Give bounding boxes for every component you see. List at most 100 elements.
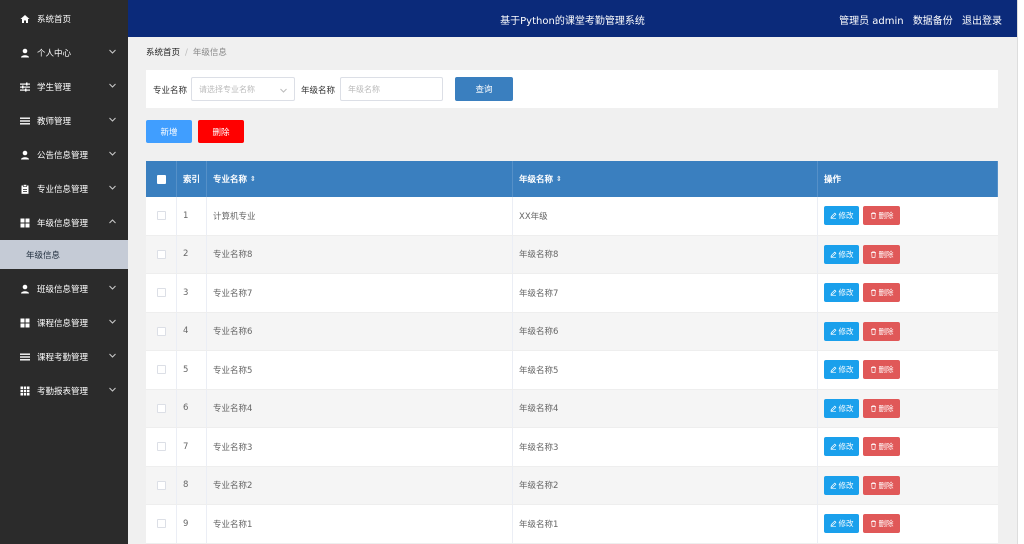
header-index-label: 索引 <box>183 175 201 185</box>
sidebar-item-teachers[interactable]: 教师管理 <box>0 104 128 138</box>
cell-index: 6 <box>177 389 207 427</box>
cell-grade: 年级名称2 <box>513 466 818 504</box>
major-select[interactable]: 请选择专业名称 <box>191 77 295 101</box>
table-row[interactable]: 2 专业名称8 年级名称8 修改 删除 <box>146 235 998 274</box>
edit-button[interactable]: 修改 <box>824 437 859 457</box>
cell-ops: 修改 删除 <box>818 351 998 389</box>
edit-button[interactable]: 修改 <box>824 475 859 495</box>
row-checkbox[interactable] <box>156 288 166 298</box>
table-row[interactable]: 6 专业名称4 年级名称4 修改 删除 <box>146 389 998 428</box>
sidebar-subitem-grade-info[interactable]: 年级信息 <box>0 240 128 269</box>
chevron-down-icon <box>109 47 116 57</box>
edit-button-label: 修改 <box>838 365 854 375</box>
cell-ops: 修改 删除 <box>818 197 998 235</box>
delete-button[interactable]: 删除 <box>863 398 900 418</box>
sidebar-item-home[interactable]: 系统首页 <box>0 2 128 36</box>
edit-button[interactable]: 修改 <box>824 283 859 303</box>
edit-button-label: 修改 <box>838 403 854 413</box>
delete-button[interactable]: 删除 <box>863 283 900 303</box>
grade-input[interactable]: 年级名称 <box>340 77 443 101</box>
delete-button[interactable]: 删除 <box>863 244 900 264</box>
header-grade[interactable]: 年级名称 ⇕ <box>513 161 818 197</box>
cell-index: 3 <box>177 274 207 312</box>
delete-button[interactable]: 删除 <box>863 437 900 457</box>
edit-button[interactable]: 修改 <box>824 206 859 226</box>
cell-major-text: 专业名称8 <box>213 250 253 261</box>
breadcrumb: 系统首页 / 年级信息 <box>146 46 227 58</box>
edit-button-label: 修改 <box>838 249 854 259</box>
row-checkbox[interactable] <box>156 442 166 452</box>
cell-major: 专业名称8 <box>207 235 513 273</box>
add-button[interactable]: 新增 <box>146 120 192 143</box>
cell-index: 5 <box>177 351 207 389</box>
cell-grade-text: 年级名称4 <box>519 404 559 415</box>
cell-index-text: 6 <box>183 403 189 414</box>
home-icon <box>20 14 30 24</box>
delete-button[interactable]: 删除 <box>863 475 900 495</box>
edit-button[interactable]: 修改 <box>824 398 859 418</box>
row-checkbox[interactable] <box>156 211 166 221</box>
sidebar-item-attendance[interactable]: 课程考勤管理 <box>0 340 128 374</box>
cell-grade-text: 年级名称8 <box>519 250 559 261</box>
trash-icon <box>870 289 876 296</box>
row-checkbox[interactable] <box>156 480 166 490</box>
table-row[interactable]: 3 专业名称7 年级名称7 修改 删除 <box>146 274 998 313</box>
sidebar-item-label: 班级信息管理 <box>37 285 89 295</box>
sidebar-item-profile[interactable]: 个人中心 <box>0 36 128 70</box>
edit-button[interactable]: 修改 <box>824 514 859 534</box>
breadcrumb-home[interactable]: 系统首页 <box>146 48 180 58</box>
sidebar-item-majors[interactable]: 专业信息管理 <box>0 172 128 206</box>
delete-button[interactable]: 删除 <box>863 206 900 226</box>
table-row[interactable]: 7 专业名称3 年级名称3 修改 删除 <box>146 428 998 467</box>
delete-button[interactable]: 删除 <box>863 514 900 534</box>
sidebar-item-label: 公告信息管理 <box>37 151 89 161</box>
cell-index: 1 <box>177 197 207 235</box>
chevron-down-icon <box>109 283 116 293</box>
edit-button[interactable]: 修改 <box>824 321 859 341</box>
select-all-checkbox[interactable] <box>156 174 166 184</box>
row-checkbox[interactable] <box>156 326 166 336</box>
table-row[interactable]: 5 专业名称5 年级名称5 修改 删除 <box>146 351 998 390</box>
edit-icon <box>830 520 836 528</box>
edit-icon <box>830 482 836 489</box>
row-checkbox[interactable] <box>156 249 166 259</box>
cell-grade-text: 年级名称3 <box>519 442 559 453</box>
row-checkbox[interactable] <box>156 403 166 413</box>
clipboard-icon <box>20 184 30 194</box>
header-actions: 管理员 admin 数据备份 退出登录 <box>833 12 1002 27</box>
table-row[interactable]: 9 专业名称1 年级名称1 修改 删除 <box>146 505 998 544</box>
batch-delete-button[interactable]: 删除 <box>198 120 244 143</box>
header-major[interactable]: 专业名称 ⇕ <box>207 161 513 197</box>
edit-button[interactable]: 修改 <box>824 360 859 380</box>
backup-link[interactable]: 数据备份 <box>913 16 953 27</box>
logout-link[interactable]: 退出登录 <box>962 16 1002 27</box>
table-row[interactable]: 8 专业名称2 年级名称2 修改 删除 <box>146 466 998 505</box>
cell-grade: 年级名称8 <box>513 235 818 273</box>
delete-button[interactable]: 删除 <box>863 321 900 341</box>
scrollbar[interactable] <box>1017 0 1024 544</box>
trash-icon <box>870 366 876 373</box>
table-row[interactable]: 1 计算机专业 XX年级 修改 删除 <box>146 197 998 236</box>
sort-icon[interactable]: ⇕ <box>250 175 256 183</box>
sidebar-item-reports[interactable]: 考勤报表管理 <box>0 374 128 408</box>
edit-button[interactable]: 修改 <box>824 244 859 264</box>
sidebar-item-courses[interactable]: 课程信息管理 <box>0 306 128 340</box>
sort-icon[interactable]: ⇕ <box>556 175 562 183</box>
row-checkbox-cell <box>146 428 177 466</box>
chevron-down-icon <box>109 81 116 91</box>
edit-icon <box>830 289 836 297</box>
sidebar-item-students[interactable]: 学生管理 <box>0 70 128 104</box>
table-row[interactable]: 4 专业名称6 年级名称6 修改 删除 <box>146 312 998 351</box>
row-checkbox[interactable] <box>156 519 166 529</box>
delete-button[interactable]: 删除 <box>863 360 900 380</box>
sliders-icon <box>20 82 30 92</box>
sidebar-item-notices[interactable]: 公告信息管理 <box>0 138 128 172</box>
sidebar-item-classes[interactable]: 班级信息管理 <box>0 272 128 306</box>
sidebar-subitem-label: 年级信息 <box>26 250 61 261</box>
cell-index-text: 2 <box>183 249 189 260</box>
query-button[interactable]: 查询 <box>455 77 513 101</box>
data-table: 索引 专业名称 ⇕ 年级名称 ⇕ 操作 1 计算机专业 XX年级 修改 删除 2 专业名称8 年级… <box>146 161 998 544</box>
sidebar-item-grades[interactable]: 年级信息管理 <box>0 206 128 240</box>
row-checkbox[interactable] <box>156 365 166 375</box>
edit-button-label: 修改 <box>838 326 854 336</box>
